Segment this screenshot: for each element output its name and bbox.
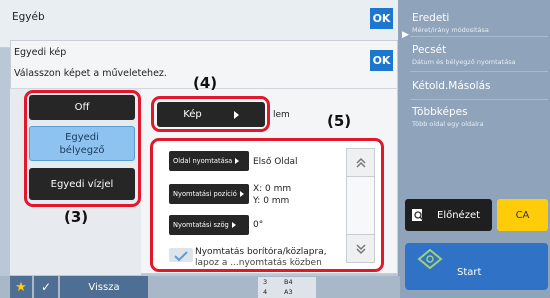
magnifier-icon [412, 209, 424, 221]
clear-all-button[interactable]: CA [497, 199, 548, 231]
outer-ok-button[interactable]: OK [370, 8, 393, 29]
preview-button[interactable]: Előnézet [405, 199, 492, 231]
paper-tray-indicator[interactable]: 3 B4 4 A3 [258, 277, 316, 298]
right-item-subtitle: Dátum és bélyegző nyomtatása [412, 58, 516, 66]
dialog-ok-button[interactable]: OK [370, 50, 393, 71]
play-arrow-icon: ▶ [402, 30, 409, 40]
start-label: Start [457, 267, 482, 278]
tray-size-2: A3 [284, 288, 293, 296]
right-item-title: Eredeti [412, 12, 450, 24]
callout-box-3 [24, 90, 141, 207]
start-button[interactable]: Start [405, 243, 548, 290]
back-button[interactable]: Vissza [60, 276, 148, 298]
star-icon[interactable]: ★ [10, 276, 32, 298]
callout-label-3: (3) [64, 208, 89, 226]
right-item-original[interactable]: Eredeti Méret/irány módosítása [412, 12, 548, 34]
dialog-instruction: Válasszon képet a műveletehez. [14, 68, 167, 79]
divider [410, 71, 548, 72]
start-diamond-icon [417, 249, 443, 269]
callout-label-5: (5) [327, 112, 352, 130]
right-item-subtitle: Több oldal egy oldalra [412, 120, 484, 128]
dialog-title: Egyedi kép [14, 47, 67, 58]
divider [410, 36, 548, 37]
callout-box-5 [150, 138, 384, 272]
divider [410, 99, 548, 100]
tray-size-1: B4 [284, 278, 293, 286]
callout-box-4 [151, 96, 270, 132]
tray-number-2: 4 [263, 288, 268, 296]
right-item-title: Többképes [412, 106, 468, 118]
right-item-stamp[interactable]: Pecsét Dátum és bélyegző nyomtatása [412, 44, 548, 66]
right-item-duplex[interactable]: Kétold.Másolás [412, 80, 548, 92]
right-item-subtitle: Méret/irány módosítása [412, 26, 489, 34]
preview-label: Előnézet [437, 209, 481, 221]
image-select-suffix: lem [273, 110, 290, 120]
tray-number-1: 3 [263, 278, 268, 286]
outer-title: Egyéb [12, 11, 45, 23]
right-item-title: Kétold.Másolás [412, 80, 491, 92]
callout-label-4: (4) [193, 74, 218, 92]
right-item-title: Pecsét [412, 44, 447, 56]
check-icon[interactable]: ✓ [34, 276, 58, 298]
right-item-multi-page[interactable]: Többképes Több oldal egy oldalra [412, 106, 548, 128]
